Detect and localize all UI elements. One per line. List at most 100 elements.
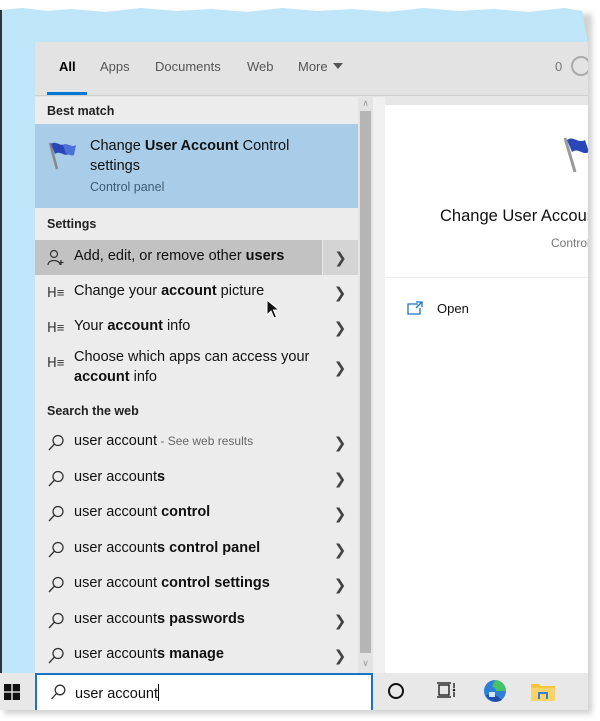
label-text: user account (74, 611, 158, 627)
chevron-right-icon[interactable]: ❯ (322, 532, 358, 567)
section-settings: Settings (47, 217, 97, 231)
label-text: Your (74, 318, 108, 334)
start-search-panel: All Apps Documents Web More 0 Best match… (35, 42, 588, 673)
web-results-note: - See web results (157, 434, 254, 448)
label-text: user account (74, 540, 158, 556)
user-list-icon: 𝖧≡ (47, 285, 65, 300)
scroll-down-icon[interactable]: ∨ (360, 657, 371, 669)
settings-item-label: Your account info (74, 318, 190, 334)
label-highlight: s (157, 469, 166, 485)
web-result-label: user accounts (74, 469, 165, 485)
edge-browser-icon[interactable] (482, 679, 508, 703)
tab-apps[interactable]: Apps (100, 59, 130, 74)
tab-all[interactable]: All (59, 59, 76, 74)
chevron-right-icon[interactable]: ❯ (322, 638, 358, 673)
search-icon (48, 470, 64, 487)
title-highlight: User Account (144, 138, 239, 154)
chevron-right-icon[interactable]: ❯ (322, 275, 358, 310)
label-text: user account (74, 504, 162, 520)
tab-more[interactable]: More (298, 59, 343, 74)
add-user-icon (47, 249, 64, 266)
tab-more-label: More (298, 59, 328, 74)
chevron-right-icon[interactable]: ❯ (322, 603, 358, 638)
section-search-web: Search the web (47, 404, 139, 418)
chevron-right-icon[interactable]: ❯ (322, 567, 358, 602)
rewards-points: 0 (555, 59, 563, 74)
windows-start-icon[interactable] (4, 684, 20, 700)
preview-pane: Change User Account Control settings Con… (385, 105, 588, 673)
results-scrollbar[interactable]: ∧ ∨ (358, 97, 373, 673)
chevron-right-icon[interactable]: ❯ (322, 310, 358, 345)
taskbar: user account (0, 673, 588, 710)
tab-documents[interactable]: Documents (155, 59, 221, 74)
search-icon (51, 684, 66, 700)
web-result-item[interactable]: user account - See web results ❯ (35, 425, 358, 460)
text-caret (158, 684, 160, 701)
search-box[interactable]: user account (35, 673, 373, 710)
active-tab-indicator (47, 92, 87, 95)
web-result-label: user accounts manage (74, 646, 224, 662)
preview-gutter (373, 97, 385, 673)
search-icon (48, 505, 64, 522)
chevron-right-icon[interactable]: ❯ (322, 345, 358, 391)
web-result-label: user accounts control panel (74, 540, 260, 556)
section-best-match: Best match (47, 104, 115, 118)
search-input-value: user account (75, 686, 159, 702)
cortana-icon[interactable] (388, 683, 404, 699)
web-result-label: user accounts passwords (74, 611, 245, 627)
title-text: Change (90, 138, 145, 154)
web-result-label: user account control (74, 504, 210, 520)
chevron-right-icon[interactable]: ❯ (322, 496, 358, 531)
results-list: Best match Change User Account Control s… (35, 97, 358, 673)
label-highlight: s passwords (157, 611, 245, 627)
best-match-subtitle: Control panel (90, 180, 165, 194)
chevron-right-icon[interactable]: ❯ (322, 240, 358, 275)
chevron-right-icon[interactable]: ❯ (322, 425, 358, 460)
mouse-cursor-icon (266, 299, 280, 319)
preview-subtitle: Control panel (551, 236, 588, 250)
search-icon (48, 612, 64, 629)
scroll-up-icon[interactable]: ∧ (360, 97, 371, 109)
best-match-title: Change User Account Control settings (90, 136, 340, 176)
label-highlight: s manage (157, 646, 224, 662)
user-list-icon: 𝖧≡ (47, 320, 65, 335)
web-result-item[interactable]: user accounts control panel ❯ (35, 532, 358, 567)
tab-web[interactable]: Web (247, 59, 274, 74)
label-highlight: account (107, 318, 163, 334)
task-view-icon[interactable] (436, 681, 456, 699)
search-input[interactable]: user account (75, 684, 160, 702)
web-result-item[interactable]: user accounts passwords ❯ (35, 603, 358, 638)
label-text: user account (74, 469, 158, 485)
uac-flag-icon (563, 137, 588, 173)
settings-item[interactable]: 𝖧≡ Your account info ❯ (35, 310, 358, 345)
label-text: Add, edit, or remove other (74, 248, 246, 264)
search-icon (48, 434, 64, 451)
settings-item[interactable]: 𝖧≡ Change your account picture ❯ (35, 275, 358, 310)
search-icon (48, 576, 64, 593)
frame-edge (0, 10, 2, 708)
best-match-item[interactable]: Change User Account Control settings Con… (35, 124, 358, 208)
label-highlight: s control panel (157, 540, 261, 556)
label-highlight: account (161, 283, 217, 299)
web-result-item[interactable]: user accounts ❯ (35, 461, 358, 496)
user-list-icon: 𝖧≡ (47, 355, 65, 370)
open-icon (407, 301, 423, 315)
web-result-item[interactable]: user account control ❯ (35, 496, 358, 531)
file-explorer-icon[interactable] (530, 680, 556, 702)
web-result-item[interactable]: user accounts manage ❯ (35, 638, 358, 673)
label-text: Choose which apps can access your (74, 349, 310, 365)
label-highlight: users (245, 248, 285, 264)
web-result-item[interactable]: user account control settings ❯ (35, 567, 358, 602)
scroll-thumb[interactable] (360, 111, 371, 653)
label-text: info (162, 318, 191, 334)
chevron-right-icon[interactable]: ❯ (322, 461, 358, 496)
settings-item[interactable]: 𝖧≡ Choose which apps can access your acc… (35, 345, 358, 391)
label-text: info (129, 369, 158, 385)
label-text: picture (216, 283, 265, 299)
label-highlight: control (161, 504, 211, 520)
search-icon (48, 541, 64, 558)
settings-item[interactable]: Add, edit, or remove other users ❯ (35, 240, 358, 275)
rewards-icon[interactable] (571, 56, 588, 76)
settings-item-label: Change your account picture (74, 283, 264, 299)
search-icon (48, 647, 64, 664)
